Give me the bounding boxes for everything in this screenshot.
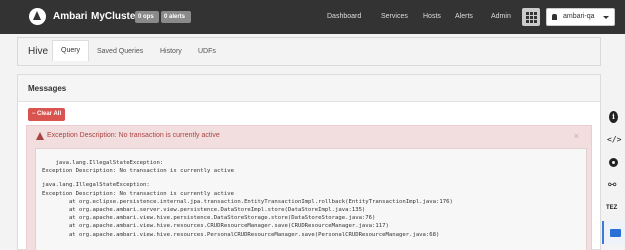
trace-line: at org.eclipse.persistence.internal.jpa.…	[42, 198, 453, 205]
tab-saved-queries[interactable]: Saved Queries	[97, 48, 143, 55]
info-icon[interactable]: i	[602, 106, 625, 129]
view-title: Hive	[28, 46, 49, 57]
tab-history[interactable]: History	[160, 48, 182, 55]
tez-icon[interactable]: TEZ	[602, 198, 625, 221]
ops-badge[interactable]: 0 ops	[135, 11, 159, 23]
error-alert[interactable]: Exception Description: No transaction is…	[26, 125, 592, 250]
nav-hosts[interactable]: Hosts	[423, 13, 441, 20]
code-icon[interactable]: </>	[602, 129, 625, 152]
user-menu-button[interactable]: ambari-qa	[546, 8, 615, 26]
warning-icon	[36, 132, 44, 140]
alerts-badge[interactable]: 0 alerts	[161, 11, 191, 23]
ambari-logo-icon[interactable]	[29, 8, 46, 25]
clear-all-label: Clear All	[37, 111, 62, 117]
nav-admin[interactable]: Admin	[491, 13, 511, 20]
clear-all-button[interactable]: − Clear All	[28, 108, 65, 121]
trace-line: at org.apache.ambari.view.hive.persisten…	[42, 215, 376, 222]
close-icon[interactable]: ×	[574, 131, 579, 141]
brand-name[interactable]: Ambari	[53, 11, 87, 22]
tab-udfs[interactable]: UDFs	[198, 48, 216, 55]
envelope-icon[interactable]	[602, 221, 625, 244]
alert-title: Exception Description: No transaction is…	[47, 132, 220, 139]
trace-line: java.lang.IllegalStateException:	[42, 182, 150, 189]
trace-line: Exception Description: No transaction is…	[42, 168, 234, 175]
trace-line: at org.apache.ambari.server.view.persist…	[42, 207, 366, 214]
trace-line: java.lang.IllegalStateException:	[42, 160, 164, 166]
nav-services[interactable]: Services	[381, 13, 408, 20]
messages-panel: Messages − Clear All Exception Descripti…	[17, 74, 601, 250]
stack-trace: java.lang.IllegalStateException: Excepti…	[35, 148, 587, 250]
right-toolbar: i </> ⚯ TEZ	[602, 106, 625, 250]
link-icon[interactable]: ⚯	[602, 175, 625, 198]
trace-line: Exception Description: No transaction is…	[42, 190, 234, 197]
user-name: ambari-qa	[563, 13, 595, 20]
caret-down-icon	[603, 16, 609, 19]
trace-line: at org.apache.ambari.view.hive.resources…	[42, 231, 440, 238]
gear-icon[interactable]	[602, 152, 625, 175]
top-navbar: Ambari MyCluster 0 ops 0 alerts Dashboar…	[0, 0, 625, 34]
tez-label: TEZ	[606, 205, 618, 211]
messages-heading: Messages	[18, 75, 600, 102]
trace-line: at org.apache.ambari.view.hive.resources…	[42, 223, 389, 230]
nav-alerts[interactable]: Alerts	[455, 13, 473, 20]
cluster-name[interactable]: MyCluster	[91, 11, 139, 22]
nav-dashboard[interactable]: Dashboard	[327, 13, 361, 20]
tab-query[interactable]: Query	[52, 40, 90, 61]
views-grid-icon[interactable]	[522, 8, 540, 26]
view-header: Hive Query Saved Queries History UDFs	[17, 37, 601, 66]
